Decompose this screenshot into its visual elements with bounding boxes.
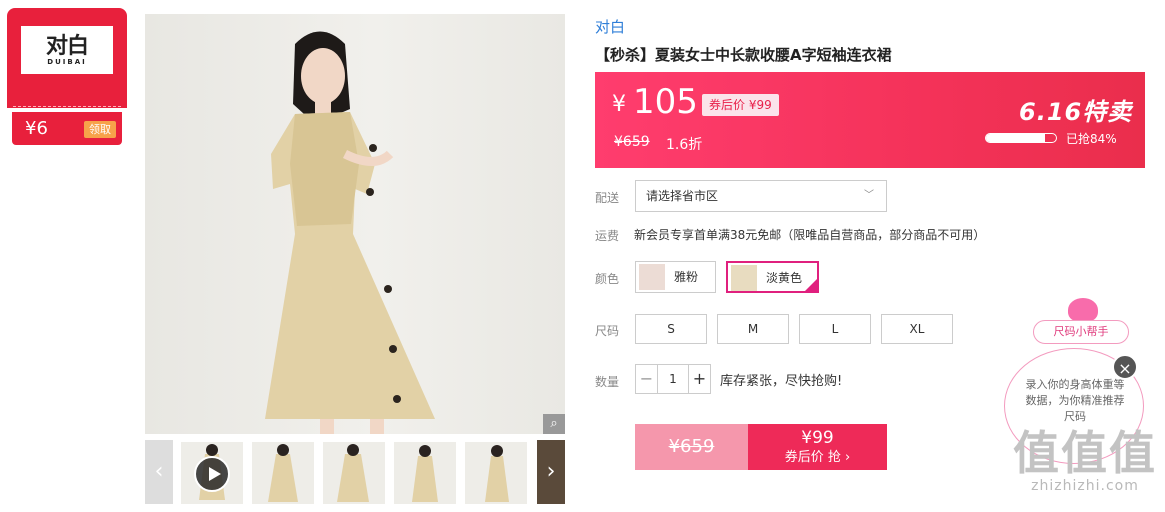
color-option-label: 雅粉: [674, 270, 699, 284]
size-option-l[interactable]: L: [799, 314, 871, 344]
buy-button-label: 券后价 抢 ›: [784, 450, 851, 465]
watermark-logo: 值值值: [1013, 426, 1157, 480]
event-title: 6.16特卖: [1019, 98, 1133, 126]
coupon-bottom: ¥6 领取: [12, 112, 122, 145]
color-option-pink[interactable]: 雅粉: [635, 261, 716, 293]
thumbnail-image: [268, 444, 298, 502]
shipping-label: 运费: [595, 229, 620, 243]
region-select[interactable]: 请选择省市区 ﹀: [635, 180, 887, 212]
color-option-yellow[interactable]: 淡黄色: [726, 261, 819, 293]
thumbnail-strip: ‹ ›: [145, 440, 565, 504]
mascot-icon: [1068, 298, 1098, 322]
current-price: 105: [633, 82, 698, 122]
watermark: 值值值 zhizhizhi.com: [1010, 428, 1160, 494]
quantity-plus-button[interactable]: +: [688, 365, 710, 393]
brand-logo: 对白 DUIBAI: [21, 26, 113, 74]
size-helper-tag[interactable]: 尺码小帮手: [1033, 320, 1129, 344]
watermark-url: zhizhizhi.com: [1031, 478, 1139, 494]
grab-progress-bar: [985, 133, 1057, 143]
brand-link[interactable]: 对白: [595, 16, 625, 37]
buy-button-original-price: ¥659: [635, 424, 748, 470]
product-title: 【秒杀】夏装女士中长款收腰A字短袖连衣裙: [595, 46, 892, 64]
thumbnail-image: [337, 444, 369, 502]
play-icon[interactable]: [194, 456, 230, 492]
thumbnail[interactable]: [465, 442, 527, 504]
quantity-input[interactable]: 1: [658, 365, 688, 393]
size-helper-text: 录入你的身高体重等数据，为你精准推荐尺码: [1025, 378, 1125, 423]
quantity-minus-button[interactable]: −: [636, 365, 658, 393]
buy-button-main[interactable]: ¥99 券后价 抢 ›: [748, 424, 887, 470]
buy-button-price: ¥99: [801, 428, 834, 448]
coupon-top: 对白 DUIBAI: [7, 8, 127, 108]
magnifier-icon[interactable]: ⌕: [543, 414, 565, 434]
thumbnail-next-arrow-icon[interactable]: ›: [537, 440, 565, 504]
delivery-label: 配送: [595, 191, 620, 205]
quantity-label: 数量: [595, 375, 620, 389]
thumbnail[interactable]: [394, 442, 456, 504]
store-coupon-card[interactable]: 对白 DUIBAI ¥6 领取: [7, 8, 127, 145]
size-option-m[interactable]: M: [717, 314, 789, 344]
color-option-label: 淡黄色: [766, 271, 803, 285]
grab-progress-label: 已抢84%: [1066, 132, 1117, 146]
main-product-image[interactable]: ⌕: [145, 14, 565, 434]
thumbnail[interactable]: [323, 442, 385, 504]
coupon-amount: ¥6: [25, 118, 48, 139]
currency-symbol: ¥: [612, 92, 626, 117]
buy-button[interactable]: ¥659 ¥99 券后价 抢 ›: [635, 424, 887, 470]
color-swatch-pink: [639, 264, 665, 290]
brand-logo-text: 对白: [45, 33, 89, 59]
price-banner: ¥ 105 券后价 ¥99 ¥659 1.6折 6.16特卖 已抢84%: [595, 72, 1145, 168]
discount-rate: 1.6折: [666, 137, 703, 153]
size-option-s[interactable]: S: [635, 314, 707, 344]
close-icon[interactable]: ×: [1112, 354, 1138, 380]
thumbnail-image: [485, 445, 509, 502]
quantity-stepper: − 1 +: [635, 364, 711, 394]
thumbnail-prev-arrow-icon[interactable]: ‹: [145, 440, 173, 504]
thumbnail-image: [412, 445, 438, 502]
color-swatch-yellow: [731, 265, 757, 291]
model-figure: [265, 31, 435, 434]
grab-progress-fill: [986, 134, 1045, 142]
selected-check-icon: [804, 278, 818, 292]
coupon-divider: [13, 106, 121, 107]
brand-logo-subtext: DUIBAI: [47, 58, 87, 66]
size-option-xl[interactable]: XL: [881, 314, 953, 344]
region-select-value: 请选择省市区: [646, 189, 719, 203]
size-label: 尺码: [595, 324, 620, 338]
chevron-down-icon: ﹀: [864, 190, 874, 201]
thumbnail-video[interactable]: [181, 442, 243, 504]
color-label: 颜色: [595, 272, 620, 286]
stock-warning: 库存紧张，尽快抢购!: [720, 374, 843, 389]
thumbnail[interactable]: [252, 442, 314, 504]
shipping-info: 新会员专享首单满38元免邮（限唯品自营商品，部分商品不可用）: [634, 228, 986, 242]
after-coupon-badge: 券后价 ¥99: [702, 94, 779, 116]
coupon-get-button[interactable]: 领取: [84, 121, 116, 138]
original-price: ¥659: [614, 134, 650, 150]
